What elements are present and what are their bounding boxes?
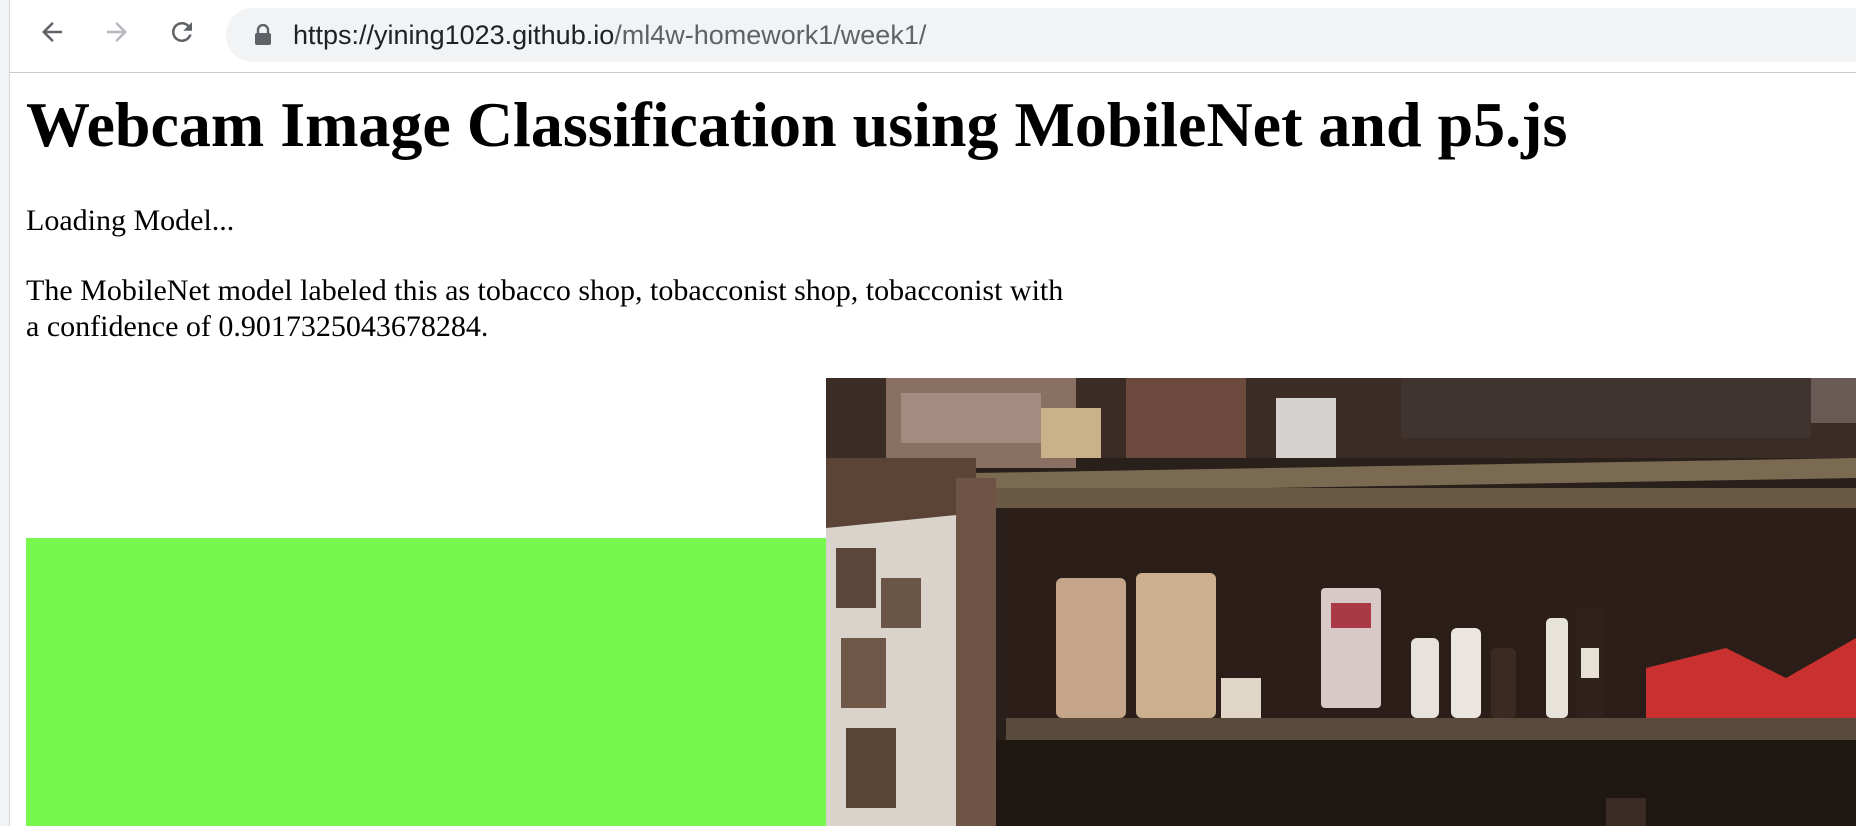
page-title: Webcam Image Classification using Mobile… — [26, 89, 1568, 160]
browser-toolbar: https://yining1023.github.io/ml4w-homewo… — [0, 0, 1856, 73]
p5-canvas — [26, 538, 826, 826]
url-host: https://yining1023.github.io — [293, 20, 615, 50]
model-status: Loading Model... — [26, 204, 235, 237]
forward-button[interactable] — [99, 14, 135, 50]
reload-icon — [172, 22, 192, 42]
window-edge — [0, 0, 10, 826]
reload-button[interactable] — [164, 14, 200, 50]
url-text[interactable]: https://yining1023.github.io/ml4w-homewo… — [293, 18, 926, 52]
arrow-left-icon — [42, 22, 62, 42]
lock-icon — [255, 24, 271, 45]
url-path: /ml4w-homework1/week1/ — [614, 20, 927, 50]
classification-result: The MobileNet model labeled this as toba… — [26, 274, 1064, 343]
address-bar[interactable]: https://yining1023.github.io/ml4w-homewo… — [226, 8, 1856, 62]
arrow-right-icon — [107, 22, 127, 42]
webcam-video — [826, 378, 1856, 826]
back-button[interactable] — [34, 14, 70, 50]
